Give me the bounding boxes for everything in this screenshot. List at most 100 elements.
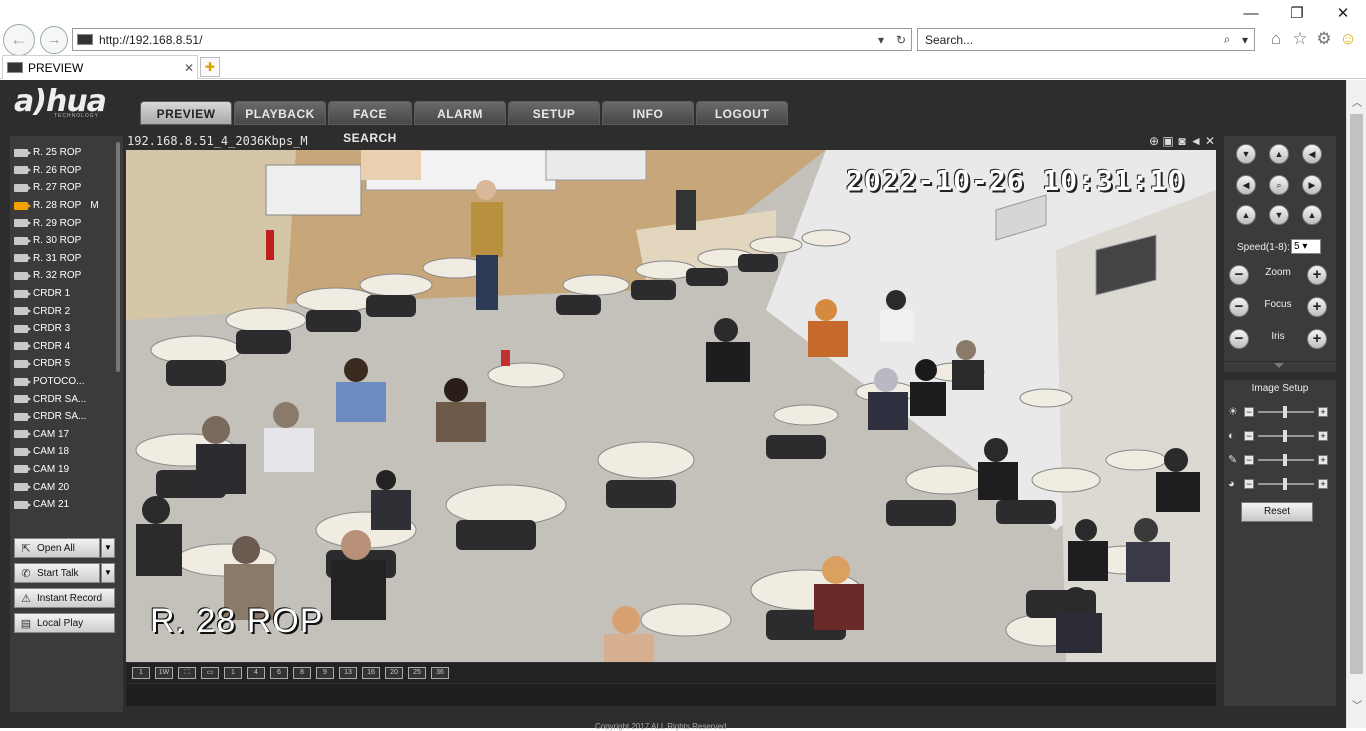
instant-record-button[interactable]: ⚠ Instant Record (14, 588, 115, 608)
close-icon[interactable]: ✕ (1320, 4, 1366, 24)
decrease-button[interactable]: − (1244, 407, 1254, 417)
search-box[interactable]: Search... ⌕ ▾ (917, 28, 1255, 51)
zoom-in-button[interactable]: + (1307, 265, 1327, 285)
search-dropdown-icon[interactable]: ▾ (1236, 33, 1254, 47)
channel-list-scrollbar[interactable] (116, 142, 120, 372)
menu-alarm[interactable]: ALARM (414, 101, 506, 125)
channel-item[interactable]: CRDR SA... (14, 390, 114, 408)
layout-button[interactable]: 13 (339, 667, 357, 679)
channel-item[interactable]: R. 31 ROP (14, 250, 114, 268)
search-icon[interactable]: ⌕ (1218, 32, 1236, 47)
menu-logout[interactable]: LOGOUT (696, 101, 788, 125)
zoom-out-button[interactable]: − (1229, 265, 1249, 285)
layout-button[interactable]: 8 (293, 667, 311, 679)
increase-button[interactable]: + (1318, 479, 1328, 489)
menu-playback[interactable]: PLAYBACK (234, 101, 326, 125)
home-icon[interactable]: ⌂ (1266, 28, 1286, 50)
close-video-icon[interactable]: ✕ (1204, 134, 1216, 148)
channel-item[interactable]: R. 32 ROP (14, 267, 114, 285)
layout-button[interactable]: 1W (155, 667, 173, 679)
channel-item[interactable]: CRDR 3 (14, 320, 114, 338)
channel-item[interactable]: CRDR 1 (14, 285, 114, 303)
channel-item[interactable]: CRDR 4 (14, 338, 114, 356)
channel-item[interactable]: R. 30 ROP (14, 232, 114, 250)
layout-button[interactable]: ▭ (201, 667, 219, 679)
address-dropdown-icon[interactable]: ▾ (871, 33, 891, 47)
decrease-button[interactable]: − (1244, 479, 1254, 489)
ptz-down-left2-icon[interactable]: ▲ (1236, 205, 1256, 225)
live-video[interactable]: 2022-10-26 10:31:10 R. 28 ROP (126, 150, 1216, 662)
page-scrollbar[interactable]: ︿ ﹀ (1346, 80, 1366, 728)
search-input[interactable]: Search... (925, 33, 1218, 47)
scroll-down-icon[interactable]: ﹀ (1351, 697, 1363, 712)
ptz-up-right-icon[interactable]: ◀ (1302, 144, 1322, 164)
favorites-star-icon[interactable]: ☆ (1290, 28, 1310, 50)
snapshot-icon[interactable]: ▣ (1162, 134, 1174, 148)
settings-gear-icon[interactable]: ⚙ (1314, 28, 1334, 50)
record-icon[interactable]: ◙ (1176, 134, 1188, 148)
menu-face-search[interactable]: FACE SEARCH (328, 101, 412, 145)
channel-item[interactable]: CRDR 2 (14, 302, 114, 320)
layout-button[interactable]: 6 (270, 667, 288, 679)
increase-button[interactable]: + (1318, 455, 1328, 465)
ptz-down-right-icon[interactable]: ▲ (1302, 205, 1322, 225)
tab-close-icon[interactable]: ✕ (181, 61, 197, 75)
address-url[interactable]: http://192.168.8.51/ (99, 33, 871, 47)
ptz-right-icon[interactable]: ▶ (1302, 175, 1322, 195)
channel-item[interactable]: R. 27 ROP (14, 179, 114, 197)
layout-button[interactable]: 36 (431, 667, 449, 679)
scroll-up-icon[interactable]: ︿ (1351, 94, 1363, 109)
channel-item[interactable]: CAM 19 (14, 461, 114, 479)
focus-in-button[interactable]: + (1307, 297, 1327, 317)
channel-item[interactable]: CAM 18 (14, 443, 114, 461)
zoom-in-icon[interactable]: ⊕ (1148, 134, 1160, 148)
ptz-left-icon[interactable]: ◀ (1236, 175, 1256, 195)
layout-button[interactable]: ⛶ (178, 667, 196, 679)
channel-item[interactable]: CRDR 5 (14, 355, 114, 373)
ptz-collapse-toggle[interactable] (1224, 362, 1336, 372)
menu-preview[interactable]: PREVIEW (140, 101, 232, 125)
ptz-3d-position-icon[interactable]: ⌕ (1269, 175, 1289, 195)
focus-out-button[interactable]: − (1229, 297, 1249, 317)
menu-info[interactable]: INFO (602, 101, 694, 125)
channel-item[interactable]: CAM 17 (14, 426, 114, 444)
slider-knob[interactable] (1283, 454, 1288, 466)
iris-close-button[interactable]: − (1229, 329, 1249, 349)
start-talk-button[interactable]: ✆ Start Talk (14, 563, 100, 583)
forward-button[interactable]: → (40, 26, 68, 54)
channel-item[interactable]: R. 28 ROP M (14, 197, 114, 215)
layout-button[interactable]: 25 (408, 667, 426, 679)
address-bar[interactable]: http://192.168.8.51/ ▾ ↻ (72, 28, 912, 51)
layout-button[interactable]: 20 (385, 667, 403, 679)
reset-button[interactable]: Reset (1241, 502, 1313, 522)
increase-button[interactable]: + (1318, 431, 1328, 441)
speed-select[interactable]: 5 ▾ (1291, 239, 1321, 254)
minimize-icon[interactable]: — (1228, 4, 1274, 24)
channel-item[interactable]: CRDR SA... (14, 408, 114, 426)
layout-button[interactable]: 1 (224, 667, 242, 679)
slider-knob[interactable] (1283, 406, 1288, 418)
channel-item[interactable]: CAM 20 (14, 478, 114, 496)
restore-icon[interactable]: ❐ (1274, 4, 1320, 24)
slider-knob[interactable] (1283, 478, 1288, 490)
channel-item[interactable]: R. 29 ROP (14, 214, 114, 232)
open-all-dropdown[interactable]: ▼ (101, 538, 115, 558)
layout-button[interactable]: 9 (316, 667, 334, 679)
feedback-smiley-icon[interactable]: ☺ (1338, 28, 1358, 50)
refresh-icon[interactable]: ↻ (891, 33, 911, 47)
decrease-button[interactable]: − (1244, 431, 1254, 441)
start-talk-dropdown[interactable]: ▼ (101, 563, 115, 583)
channel-item[interactable]: POTOCO... (14, 373, 114, 391)
iris-open-button[interactable]: + (1307, 329, 1327, 349)
channel-item[interactable]: R. 25 ROP (14, 144, 114, 162)
open-all-button[interactable]: ⇱ Open All (14, 538, 100, 558)
decrease-button[interactable]: − (1244, 455, 1254, 465)
audio-icon[interactable]: ◄ (1190, 134, 1202, 148)
back-button[interactable]: ← (3, 24, 35, 56)
menu-setup[interactable]: SETUP (508, 101, 600, 125)
channel-item[interactable]: CAM 21 (14, 496, 114, 514)
channel-item[interactable]: R. 26 ROP (14, 162, 114, 180)
new-tab-button[interactable]: ✚ (200, 57, 220, 77)
slider-knob[interactable] (1283, 430, 1288, 442)
layout-button[interactable]: 4 (247, 667, 265, 679)
